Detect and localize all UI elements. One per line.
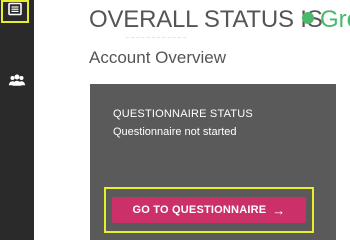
arrow-right-icon: →: [272, 202, 286, 218]
sidebar: [0, 0, 34, 240]
questionnaire-status-title: QUESTIONNAIRE STATUS: [113, 108, 253, 120]
app-window: OVERALL STATUS IS Gre Account Overview Q…: [0, 0, 350, 240]
main-content: OVERALL STATUS IS Gre Account Overview Q…: [34, 0, 350, 240]
sidebar-item-dashboard[interactable]: [1, 0, 29, 23]
go-to-questionnaire-label: GO TO QUESTIONNAIRE: [132, 204, 267, 216]
questionnaire-status-card: QUESTIONNAIRE STATUS Questionnaire not s…: [90, 84, 336, 240]
account-overview-heading: Account Overview: [89, 48, 226, 67]
status-dot-icon: [302, 12, 314, 24]
go-to-questionnaire-button[interactable]: GO TO QUESTIONNAIRE →: [112, 197, 306, 223]
sidebar-item-users[interactable]: [0, 68, 34, 96]
users-icon: [8, 73, 26, 92]
go-to-questionnaire-highlight: GO TO QUESTIONNAIRE →: [104, 187, 314, 233]
faint-overlay-mark: [126, 37, 186, 46]
list-icon: [8, 2, 22, 21]
overall-status-label: OVERALL STATUS IS: [89, 6, 323, 33]
overall-status-value: Gre: [320, 6, 350, 33]
questionnaire-status-text: Questionnaire not started: [113, 126, 237, 138]
